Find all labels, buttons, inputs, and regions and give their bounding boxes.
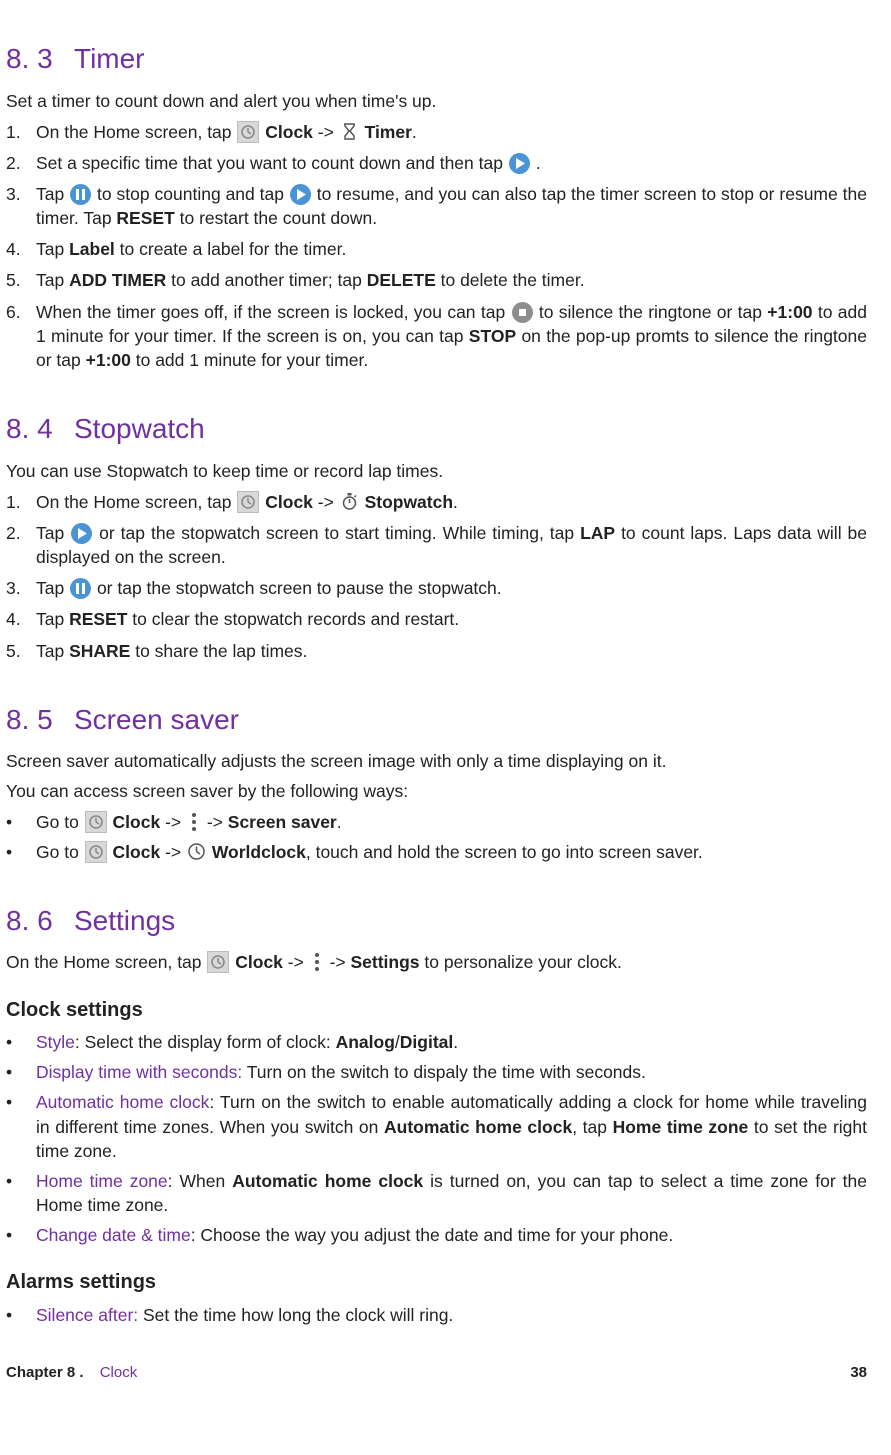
clock-app-icon	[237, 121, 259, 143]
setting-silence-after: Silence after: Set the time how long the…	[6, 1303, 867, 1327]
footer-left: Chapter 8 . Clock	[6, 1363, 137, 1384]
setting-home-timezone: Home time zone: When Automatic home cloc…	[6, 1169, 867, 1217]
timer-step-2: Set a specific time that you want to cou…	[6, 151, 867, 175]
timer-step-6: When the timer goes off, if the screen i…	[6, 300, 867, 372]
hourglass-icon	[340, 122, 359, 141]
more-menu-icon	[312, 952, 322, 971]
screensaver-bullet-2: Go to Clock -> Worldclock, touch and hol…	[6, 840, 867, 864]
setting-auto-home: Automatic home clock: Turn on the switch…	[6, 1090, 867, 1162]
clock-app-icon	[85, 841, 107, 863]
heading-title: Timer	[74, 43, 145, 74]
setting-change-date-time: Change date & time: Choose the way you a…	[6, 1223, 867, 1247]
page-footer: Chapter 8 . Clock 38	[6, 1363, 867, 1390]
timer-steps: On the Home screen, tap Clock -> Timer. …	[6, 120, 867, 372]
footer-chapter-name: Clock	[100, 1364, 138, 1381]
play-icon	[509, 153, 530, 174]
footer-chapter: Chapter 8 .	[6, 1364, 84, 1381]
settings-intro: On the Home screen, tap Clock -> -> Sett…	[6, 950, 867, 974]
stopwatch-step-1: On the Home screen, tap Clock -> Stopwat…	[6, 490, 867, 514]
stopwatch-steps: On the Home screen, tap Clock -> Stopwat…	[6, 490, 867, 663]
heading-title: Stopwatch	[74, 413, 205, 444]
stopwatch-step-2: Tap or tap the stopwatch screen to start…	[6, 521, 867, 569]
clock-app-icon	[237, 491, 259, 513]
setting-style: Style: Select the display form of clock:…	[6, 1030, 867, 1054]
heading-title: Screen saver	[74, 704, 239, 735]
timer-step-3: Tap to stop counting and tap to resume, …	[6, 182, 867, 230]
clock-app-icon	[207, 951, 229, 973]
alarms-settings-bullets: Silence after: Set the time how long the…	[6, 1303, 867, 1327]
clock-app-icon	[85, 811, 107, 833]
heading-title: Settings	[74, 905, 175, 936]
stopwatch-step-3: Tap or tap the stopwatch screen to pause…	[6, 576, 867, 600]
footer-page-number: 38	[850, 1363, 867, 1384]
stopwatch-intro: You can use Stopwatch to keep time or re…	[6, 459, 867, 483]
screensaver-bullet-1: Go to Clock -> -> Screen saver.	[6, 810, 867, 834]
timer-step-5: Tap ADD TIMER to add another timer; tap …	[6, 268, 867, 292]
stopwatch-step-4: Tap RESET to clear the stopwatch records…	[6, 607, 867, 631]
heading-screensaver: 8. 5Screen saver	[6, 701, 867, 740]
play-icon	[290, 184, 311, 205]
heading-stopwatch: 8. 4Stopwatch	[6, 410, 867, 449]
worldclock-icon	[187, 842, 206, 861]
stop-icon	[512, 302, 533, 323]
heading-timer: 8. 3Timer	[6, 40, 867, 79]
heading-number: 8. 4	[6, 410, 74, 449]
heading-number: 8. 5	[6, 701, 74, 740]
screensaver-intro2: You can access screen saver by the follo…	[6, 779, 867, 803]
clock-settings-bullets: Style: Select the display form of clock:…	[6, 1030, 867, 1247]
heading-number: 8. 6	[6, 902, 74, 941]
clock-settings-heading: Clock settings	[6, 997, 867, 1025]
pause-icon	[70, 184, 91, 205]
play-icon	[71, 523, 92, 544]
more-menu-icon	[189, 812, 199, 831]
screensaver-bullets: Go to Clock -> -> Screen saver. Go to Cl…	[6, 810, 867, 864]
pause-icon	[70, 578, 91, 599]
page-content: 8. 3Timer Set a timer to count down and …	[6, 0, 867, 1390]
heading-number: 8. 3	[6, 40, 74, 79]
stopwatch-icon	[340, 492, 359, 511]
heading-settings: 8. 6Settings	[6, 902, 867, 941]
timer-step-4: Tap Label to create a label for the time…	[6, 237, 867, 261]
stopwatch-step-5: Tap SHARE to share the lap times.	[6, 639, 867, 663]
timer-step-1: On the Home screen, tap Clock -> Timer.	[6, 120, 867, 144]
screensaver-intro1: Screen saver automatically adjusts the s…	[6, 749, 867, 773]
setting-seconds: Display time with seconds: Turn on the s…	[6, 1060, 867, 1084]
alarms-settings-heading: Alarms settings	[6, 1269, 867, 1297]
timer-intro: Set a timer to count down and alert you …	[6, 89, 867, 113]
